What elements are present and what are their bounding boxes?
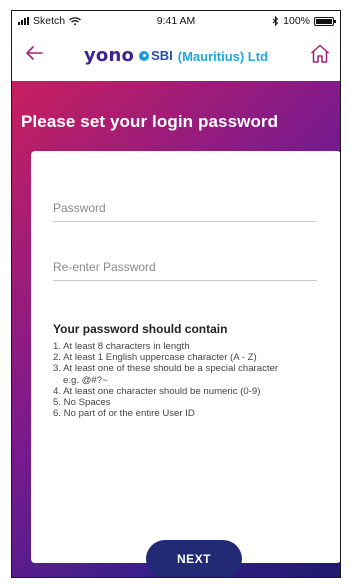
rule-item: 2. At least 1 English uppercase characte…	[53, 352, 257, 364]
password-card: Your password should contain 1. At least…	[31, 151, 340, 563]
logo-yono: yono	[83, 44, 135, 66]
battery-icon	[314, 16, 336, 26]
logo-subtitle: (Mauritius) Ltd	[177, 48, 269, 64]
logo-sbi-text: SBI	[151, 48, 173, 63]
reenter-password-field	[53, 253, 317, 281]
next-button[interactable]: NEXT	[146, 540, 242, 577]
reenter-password-input[interactable]	[53, 253, 317, 280]
sbi-mark-icon	[139, 50, 150, 61]
page-title: Please set your login password	[21, 112, 279, 131]
home-icon[interactable]	[308, 42, 332, 66]
rule-item: 1. At least 8 characters in length	[53, 341, 190, 352]
brand-logo: yono SBI (Mauritius) Ltd	[84, 45, 268, 66]
phone-frame: Sketch 9:41 AM 100% yono SBI (Mauritius)…	[11, 10, 341, 578]
rules-title: Your password should contain	[53, 322, 228, 336]
rule-item: 4. At least one character should be nume…	[53, 385, 261, 397]
rule-item: 6. No part of or the entire User ID	[53, 408, 195, 420]
password-field	[53, 194, 317, 222]
battery-percent: 100%	[283, 15, 310, 27]
rule-item: 3. At least one of these should be a spe…	[53, 363, 279, 375]
app-header: yono SBI (Mauritius) Ltd	[12, 31, 340, 81]
rule-item: e.g. @#?~	[63, 374, 108, 386]
rules-list: 1. At least 8 characters in length 2. At…	[53, 341, 333, 419]
bluetooth-icon	[272, 16, 279, 26]
rule-item: 5. No Spaces	[53, 397, 111, 409]
password-input[interactable]	[53, 194, 317, 221]
status-bar: Sketch 9:41 AM 100%	[12, 11, 340, 31]
back-arrow-icon[interactable]	[22, 41, 46, 65]
logo-sbi: SBI	[139, 48, 173, 63]
main-content: Please set your login password Your pass…	[12, 81, 340, 577]
status-right: 100%	[272, 15, 336, 27]
